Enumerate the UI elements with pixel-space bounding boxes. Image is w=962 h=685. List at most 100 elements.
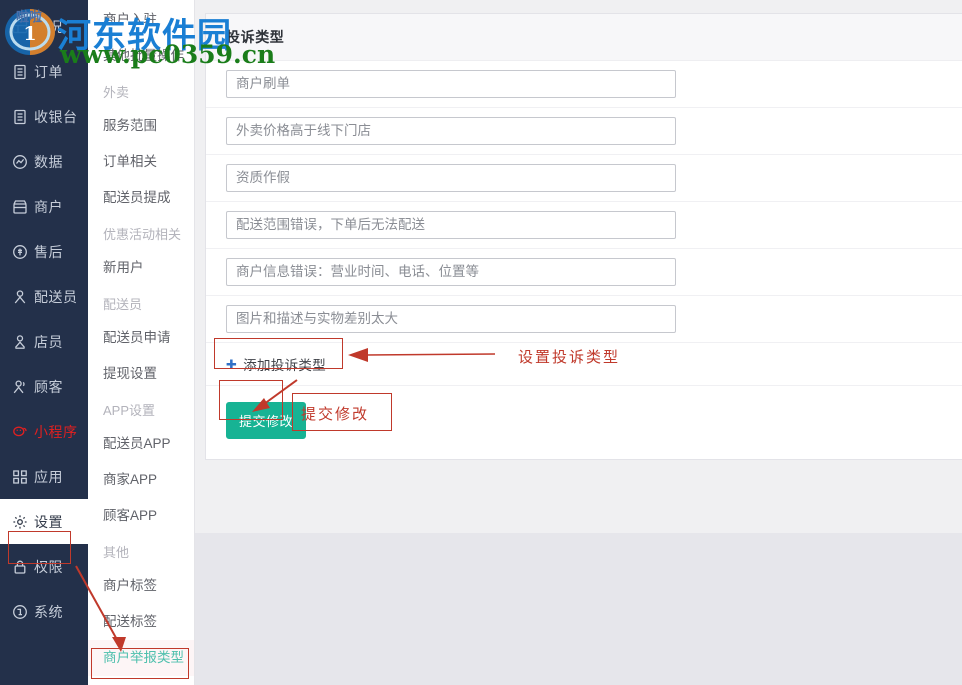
sidebar-label: 数据 (34, 152, 63, 172)
complaint-type-card: 投诉类型 ✚ 添加投诉类型 (205, 13, 962, 460)
menu-item-merchant-report-type[interactable]: 商户举报类型 (88, 640, 194, 676)
apps-icon (11, 468, 29, 486)
sidebar-label: 配送员 (34, 287, 78, 307)
sidebar-item-settings[interactable]: 设置 (0, 499, 88, 544)
sidebar-label: 系统 (34, 602, 63, 622)
primary-sidebar: 概况 订单 收银台 数据 商户 售后 配送员 店员 (0, 0, 88, 685)
sidebar-label: 订单 (34, 62, 63, 82)
menu-label: 商家APP (103, 472, 157, 487)
sidebar-item-orders[interactable]: 订单 (0, 49, 88, 94)
menu-label: 新用户 (103, 260, 144, 275)
menu-label: 服务范围 (103, 118, 157, 133)
menu-label: 配送员申请 (103, 330, 171, 345)
menu-label: 顾客APP (103, 508, 157, 523)
card-title: 投诉类型 (206, 14, 962, 61)
add-complaint-type-button[interactable]: ✚ 添加投诉类型 (226, 354, 326, 374)
sidebar-item-staff[interactable]: 店员 (0, 319, 88, 364)
sidebar-item-apps[interactable]: 应用 (0, 454, 88, 499)
menu-item-other-batch-ops[interactable]: 其他批量操作 (88, 38, 194, 74)
menu-item-courier-application[interactable]: 配送员申请 (88, 320, 194, 356)
menu-label: 配送员提成 (103, 190, 171, 205)
complaint-type-input-4[interactable] (226, 211, 676, 239)
sidebar-item-data[interactable]: 数据 (0, 139, 88, 184)
menu-item-courier-commission[interactable]: 配送员提成 (88, 180, 194, 216)
menu-label: 配送标签 (103, 614, 157, 629)
menu-group-promotions: 优惠活动相关 (88, 216, 194, 250)
complaint-type-input-6[interactable] (226, 305, 676, 333)
system-icon (11, 603, 29, 621)
menu-group-other: 其他 (88, 534, 194, 568)
menu-label: 提现设置 (103, 366, 157, 381)
miniprogram-icon (11, 423, 29, 441)
complaint-type-input-1[interactable] (226, 70, 676, 98)
menu-item-merchant-onboarding[interactable]: 商户入驻 (88, 2, 194, 38)
sidebar-label: 顾客 (34, 377, 63, 397)
add-complaint-row: ✚ 添加投诉类型 (206, 343, 962, 386)
list-icon (11, 108, 29, 126)
person-badge-icon (11, 333, 29, 351)
refund-icon (11, 243, 29, 261)
person-icon (11, 288, 29, 306)
complaint-row (206, 61, 962, 108)
sidebar-label: 商户 (34, 197, 63, 217)
complaint-row (206, 202, 962, 249)
menu-label: 其他批量操作 (103, 48, 184, 63)
add-complaint-type-label: 添加投诉类型 (243, 354, 326, 374)
sidebar-label: 设置 (34, 512, 63, 532)
sidebar-label: 应用 (34, 467, 63, 487)
sidebar-item-customer[interactable]: 顾客 (0, 364, 88, 409)
menu-item-customer-app[interactable]: 顾客APP (88, 498, 194, 534)
menu-label: 商户入驻 (103, 12, 157, 27)
sidebar-item-miniprogram[interactable]: 小程序 (0, 409, 88, 454)
menu-item-order-related[interactable]: 订单相关 (88, 144, 194, 180)
sidebar-label: 店员 (34, 332, 63, 352)
main-content: 投诉类型 ✚ 添加投诉类型 (195, 0, 962, 685)
complaint-row (206, 296, 962, 343)
lock-icon (11, 558, 29, 576)
menu-label: 订单相关 (103, 154, 157, 169)
menu-label: 商户标签 (103, 578, 157, 593)
menu-group-app-settings: APP设置 (88, 392, 194, 426)
sidebar-label: 售后 (34, 242, 63, 262)
menu-item-new-user[interactable]: 新用户 (88, 250, 194, 286)
sidebar-item-overview[interactable]: 概况 (0, 4, 88, 49)
complaint-row (206, 155, 962, 202)
menu-item-courier-app[interactable]: 配送员APP (88, 426, 194, 462)
complaint-type-input-3[interactable] (226, 164, 676, 192)
gear-icon (11, 513, 29, 531)
menu-label: 商户举报类型 (103, 650, 184, 665)
menu-item-withdraw-settings[interactable]: 提现设置 (88, 356, 194, 392)
menu-label: 配送员APP (103, 436, 171, 451)
app-root: 概况 订单 收银台 数据 商户 售后 配送员 店员 (0, 0, 962, 685)
chart-circle-icon (11, 153, 29, 171)
shop-icon (11, 198, 29, 216)
customer-icon (11, 378, 29, 396)
menu-group-courier: 配送员 (88, 286, 194, 320)
sidebar-item-permissions[interactable]: 权限 (0, 544, 88, 589)
sidebar-label: 权限 (34, 557, 63, 577)
complaint-type-input-2[interactable] (226, 117, 676, 145)
menu-item-merchant-app[interactable]: 商家APP (88, 462, 194, 498)
complaint-row (206, 249, 962, 296)
grid-icon (11, 18, 29, 36)
sidebar-label: 小程序 (34, 422, 78, 442)
sidebar-item-system[interactable]: 系统 (0, 589, 88, 634)
sidebar-label: 收银台 (34, 107, 78, 127)
sidebar-item-merchant[interactable]: 商户 (0, 184, 88, 229)
sidebar-label: 概况 (34, 17, 63, 37)
menu-item-service-range[interactable]: 服务范围 (88, 108, 194, 144)
menu-item-merchant-tags[interactable]: 商户标签 (88, 568, 194, 604)
menu-item-delivery-tags[interactable]: 配送标签 (88, 604, 194, 640)
sidebar-item-cashier[interactable]: 收银台 (0, 94, 88, 139)
list-icon (11, 63, 29, 81)
menu-group-takeout: 外卖 (88, 74, 194, 108)
sidebar-item-courier[interactable]: 配送员 (0, 274, 88, 319)
submit-row: 提交修改 (206, 386, 962, 459)
complaint-type-input-5[interactable] (226, 258, 676, 286)
page-footer-band (195, 533, 962, 685)
secondary-menu: 商户入驻 其他批量操作 外卖 服务范围 订单相关 配送员提成 优惠活动相关 新用… (88, 0, 195, 685)
submit-changes-button[interactable]: 提交修改 (226, 402, 306, 439)
sidebar-item-aftersales[interactable]: 售后 (0, 229, 88, 274)
plus-circle-icon: ✚ (226, 358, 237, 371)
complaint-row (206, 108, 962, 155)
